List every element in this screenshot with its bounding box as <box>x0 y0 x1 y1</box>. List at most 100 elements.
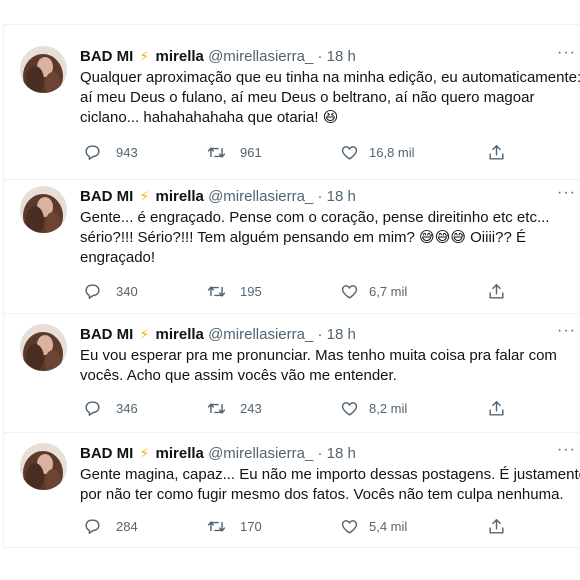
tweet-text: Eu vou esperar pra me pronunciar. Mas te… <box>80 346 580 386</box>
like-icon <box>341 401 358 416</box>
timestamp[interactable]: 18 h <box>327 48 356 65</box>
more-icon[interactable]: ··· <box>557 441 576 459</box>
avatar[interactable] <box>20 443 67 490</box>
tweet-header: BAD MI ⚡ mirella @mirellasierra_ · 18 h <box>80 186 356 207</box>
tweet-text: Gente magina, capaz... Eu não me importo… <box>80 465 580 505</box>
tweet-header: BAD MI ⚡ mirella @mirellasierra_ · 18 h <box>80 443 356 464</box>
separator: · <box>317 48 323 65</box>
reply-button[interactable]: 346 <box>83 398 138 418</box>
tweet-actions: 284 170 5,4 mil <box>80 516 520 536</box>
share-button[interactable] <box>487 142 506 162</box>
separator: · <box>317 188 323 205</box>
lightning-emoji-icon: ⚡ <box>139 445 150 461</box>
reply-count: 346 <box>116 400 138 416</box>
tweet-text-line: Qualquer aproximação que eu tinha na min… <box>80 69 580 86</box>
tweet[interactable]: BAD MI ⚡ mirella @mirellasierra_ · 18 h … <box>4 180 580 314</box>
tweet-actions: 340 195 6,7 mil <box>80 281 520 301</box>
tweet-text-line: por não ter como fugir mesmo dos fatos. … <box>80 486 564 503</box>
retweet-icon <box>207 146 226 158</box>
share-icon <box>489 400 504 416</box>
tweet-text-line: Eu vou esperar pra me pronunciar. Mas te… <box>80 347 557 364</box>
tweet-text: Gente... é engraçado. Pense com o coraçã… <box>80 208 580 268</box>
tweet-actions: 346 243 8,2 mil <box>80 398 520 418</box>
like-icon <box>341 284 358 299</box>
handle[interactable]: @mirellasierra_ <box>208 188 313 205</box>
share-button[interactable] <box>487 281 506 301</box>
tweet-actions: 943 961 16,8 mil <box>80 142 520 162</box>
avatar[interactable] <box>20 324 67 371</box>
display-name[interactable]: BAD MI <box>80 48 133 65</box>
like-count: 16,8 mil <box>369 144 415 160</box>
like-icon <box>341 519 358 534</box>
timeline: BAD MI ⚡ mirella @mirellasierra_ · 18 h … <box>3 24 580 548</box>
share-button[interactable] <box>487 398 506 418</box>
like-icon <box>341 145 358 160</box>
tweet-text-line: Gente... é engraçado. Pense com o coraçã… <box>80 209 550 226</box>
timestamp[interactable]: 18 h <box>327 326 356 343</box>
retweet-icon <box>207 402 226 414</box>
tweet[interactable]: BAD MI ⚡ mirella @mirellasierra_ · 18 h … <box>4 433 580 548</box>
display-name-2[interactable]: mirella <box>156 188 204 205</box>
reply-count: 284 <box>116 518 138 534</box>
separator: · <box>317 326 323 343</box>
more-icon[interactable]: ··· <box>557 322 576 340</box>
lightning-emoji-icon: ⚡ <box>139 48 150 64</box>
retweet-button[interactable]: 170 <box>207 516 262 536</box>
tweet-header: BAD MI ⚡ mirella @mirellasierra_ · 18 h <box>80 46 356 67</box>
like-count: 5,4 mil <box>369 518 408 534</box>
lightning-emoji-icon: ⚡ <box>139 326 150 342</box>
share-button[interactable] <box>487 516 506 536</box>
display-name-2[interactable]: mirella <box>156 445 204 462</box>
tweet-header: BAD MI ⚡ mirella @mirellasierra_ · 18 h <box>80 324 356 345</box>
reply-icon <box>85 518 100 534</box>
handle[interactable]: @mirellasierra_ <box>208 48 313 65</box>
more-icon[interactable]: ··· <box>557 44 576 62</box>
timestamp[interactable]: 18 h <box>327 445 356 462</box>
avatar[interactable] <box>20 186 67 233</box>
retweet-icon <box>207 520 226 532</box>
reply-button[interactable]: 943 <box>83 142 138 162</box>
like-button[interactable]: 5,4 mil <box>340 516 407 536</box>
display-name[interactable]: BAD MI <box>80 326 133 343</box>
avatar[interactable] <box>20 46 67 93</box>
tweet-text-line: aí meu Deus o fulano, aí meu Deus o belt… <box>80 89 535 106</box>
like-count: 6,7 mil <box>369 283 408 299</box>
display-name[interactable]: BAD MI <box>80 445 133 462</box>
reply-count: 943 <box>116 144 138 160</box>
tweet-text: Qualquer aproximação que eu tinha na min… <box>80 68 580 128</box>
reply-icon <box>85 400 100 416</box>
like-count: 8,2 mil <box>369 400 408 416</box>
timestamp[interactable]: 18 h <box>327 188 356 205</box>
retweet-button[interactable]: 961 <box>207 142 262 162</box>
retweet-button[interactable]: 195 <box>207 281 262 301</box>
share-icon <box>489 283 504 299</box>
retweet-button[interactable]: 243 <box>207 398 262 418</box>
retweet-count: 195 <box>240 283 262 299</box>
tweet-text-line: vocês. Acho que assim vocês vão me enten… <box>80 367 397 384</box>
retweet-count: 170 <box>240 518 262 534</box>
tweet[interactable]: BAD MI ⚡ mirella @mirellasierra_ · 18 h … <box>4 314 580 433</box>
retweet-count: 961 <box>240 144 262 160</box>
display-name[interactable]: BAD MI <box>80 188 133 205</box>
reply-count: 340 <box>116 283 138 299</box>
tweet-text-line: ciclano... hahahahahaha que otaria! 😆 <box>80 109 339 126</box>
share-icon <box>489 518 504 534</box>
reply-icon <box>85 144 100 160</box>
reply-button[interactable]: 340 <box>83 281 138 301</box>
handle[interactable]: @mirellasierra_ <box>208 326 313 343</box>
retweet-icon <box>207 285 226 297</box>
more-icon[interactable]: ··· <box>557 184 576 202</box>
lightning-emoji-icon: ⚡ <box>139 188 150 204</box>
tweet[interactable]: BAD MI ⚡ mirella @mirellasierra_ · 18 h … <box>4 25 580 180</box>
like-button[interactable]: 6,7 mil <box>340 281 407 301</box>
like-button[interactable]: 8,2 mil <box>340 398 407 418</box>
display-name-2[interactable]: mirella <box>156 48 204 65</box>
handle[interactable]: @mirellasierra_ <box>208 445 313 462</box>
like-button[interactable]: 16,8 mil <box>340 142 415 162</box>
display-name-2[interactable]: mirella <box>156 326 204 343</box>
share-icon <box>489 144 504 160</box>
retweet-count: 243 <box>240 400 262 416</box>
reply-button[interactable]: 284 <box>83 516 138 536</box>
separator: · <box>317 445 323 462</box>
tweet-text-line: Gente magina, capaz... Eu não me importo… <box>80 466 580 483</box>
